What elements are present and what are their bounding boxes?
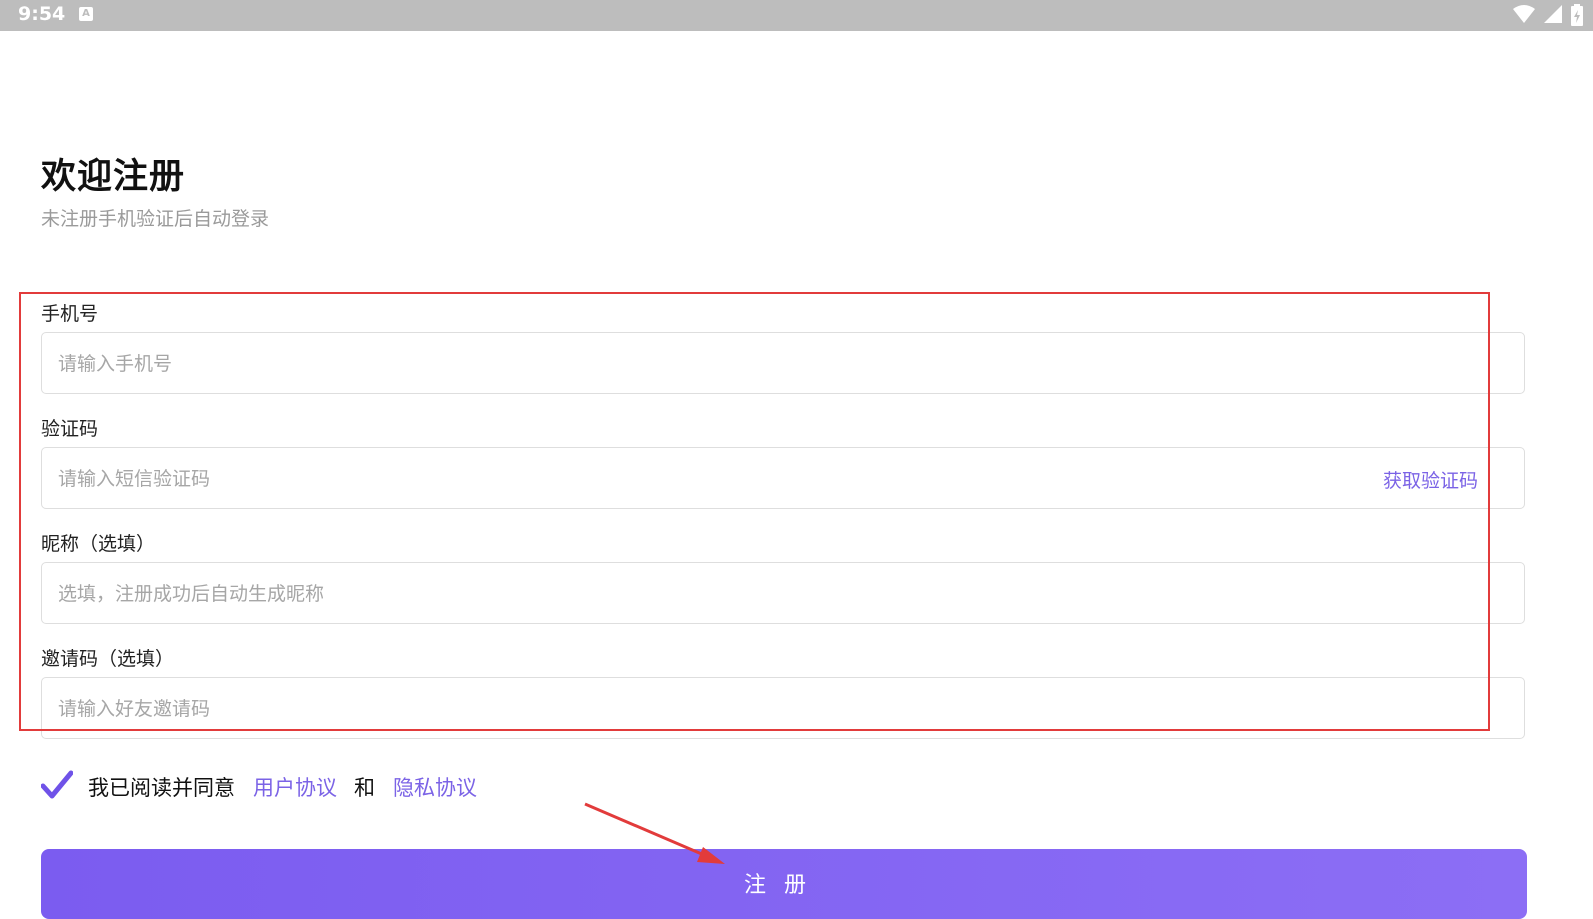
battery-icon — [1571, 4, 1583, 26]
privacy-agreement-link[interactable]: 隐私协议 — [393, 772, 477, 802]
nickname-label: 昵称（选填） — [41, 533, 156, 555]
invite-input[interactable] — [56, 678, 1360, 740]
page-title: 欢迎注册 — [41, 157, 186, 197]
code-label: 验证码 — [41, 418, 99, 440]
invite-label: 邀请码（选填） — [41, 648, 175, 670]
phone-field[interactable] — [41, 332, 1525, 395]
checkmark-icon[interactable] — [41, 770, 73, 800]
signal-icon — [1543, 5, 1562, 23]
agreement-text: 我已阅读并同意 — [88, 776, 235, 800]
status-time: 9:54 — [18, 3, 66, 25]
register-button[interactable]: 注册 — [41, 849, 1527, 919]
nickname-input[interactable] — [56, 563, 1360, 625]
user-agreement-link[interactable]: 用户协议 — [253, 772, 337, 802]
notification-icon: A — [79, 7, 93, 21]
code-input[interactable] — [56, 448, 1360, 510]
phone-label: 手机号 — [41, 303, 99, 325]
wifi-icon — [1512, 5, 1535, 23]
arrow-annotation — [584, 802, 725, 864]
phone-input[interactable] — [56, 333, 1360, 395]
status-bar: 9:54 A — [0, 0, 1593, 31]
code-field[interactable]: 获取验证码 — [41, 447, 1525, 510]
get-code-button[interactable]: 获取验证码 — [1383, 466, 1478, 493]
page-subtitle: 未注册手机验证后自动登录 — [41, 208, 270, 230]
nickname-field[interactable] — [41, 562, 1525, 625]
invite-field[interactable] — [41, 677, 1525, 740]
status-icons — [1509, 4, 1583, 26]
agreement-and: 和 — [354, 776, 375, 800]
